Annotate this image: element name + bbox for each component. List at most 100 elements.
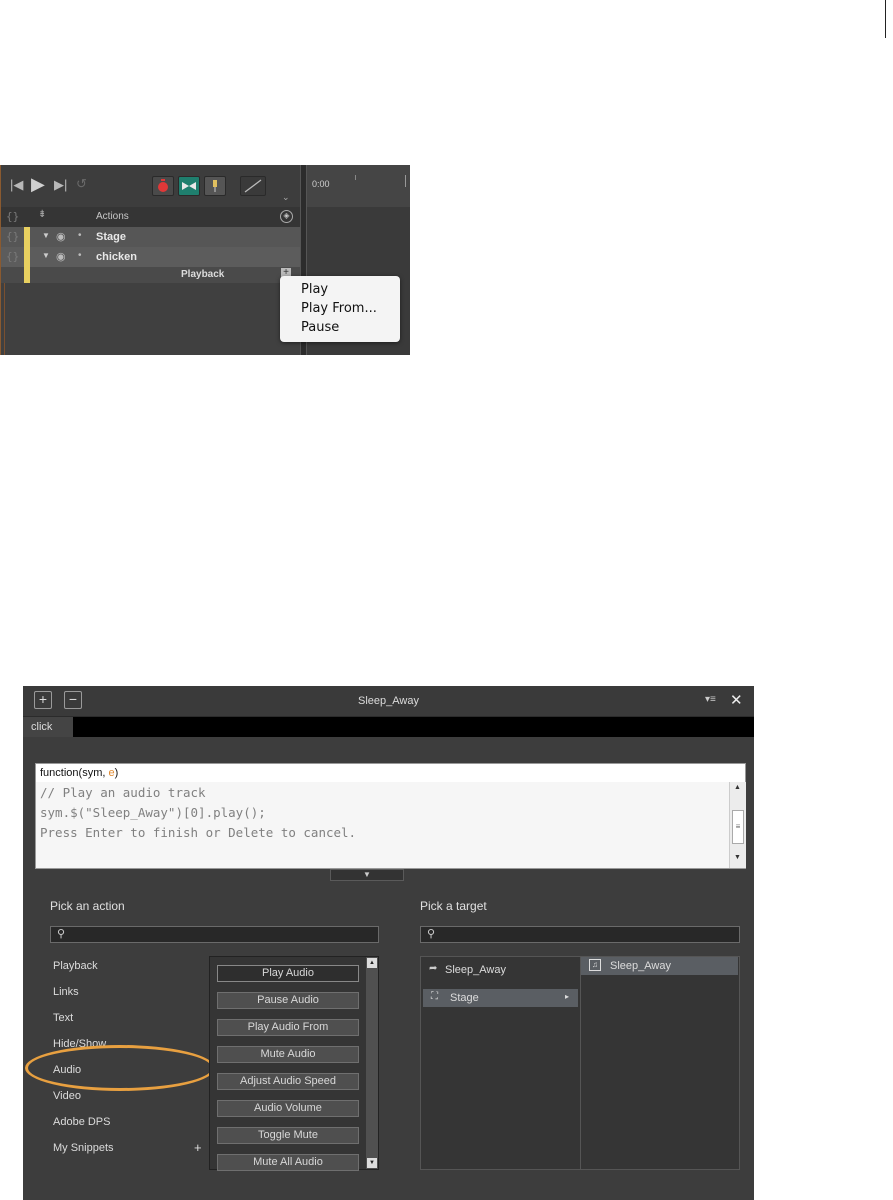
category-playback[interactable]: Playback (53, 960, 98, 972)
action-adjust-audio-speed[interactable]: Adjust Audio Speed (217, 1073, 359, 1090)
trigger-tab-bar: click (23, 717, 754, 737)
target-sleep-away[interactable]: Sleep_Away (445, 964, 506, 976)
category-adobe-dps[interactable]: Adobe DPS (53, 1116, 110, 1128)
action-audio-volume[interactable]: Audio Volume (217, 1100, 359, 1117)
trigger-context-menu: Play Play From... Pause (280, 276, 400, 342)
target-row-stage[interactable]: ⛶ Stage ▸ (423, 989, 578, 1007)
panel-inner-edge (4, 283, 5, 355)
function-signature: function(sym, e) (36, 764, 745, 782)
easing-icon (244, 179, 262, 193)
lock-dot-icon[interactable]: • (78, 230, 82, 241)
menu-item-play[interactable]: Play (301, 282, 328, 297)
easing-button[interactable] (240, 176, 266, 196)
stopwatch-icon (158, 179, 168, 192)
playback-label: Playback (181, 269, 225, 280)
stage-icon: ⛶ (431, 991, 438, 1002)
signature-prefix: function(sym, (40, 767, 109, 779)
layer-row-chicken[interactable]: {} ▼ ◉ • chicken (0, 247, 300, 267)
disclosure-triangle-icon[interactable]: ▼ (42, 251, 50, 260)
layer-color-bar (24, 227, 30, 247)
braces-icon[interactable]: {} (6, 210, 19, 223)
search-icon: ⚲ (427, 928, 436, 940)
category-video[interactable]: Video (53, 1090, 81, 1102)
chevron-right-icon: ▸ (565, 992, 570, 1001)
braces-icon[interactable]: {} (6, 230, 19, 243)
action-mute-audio[interactable]: Mute Audio (217, 1046, 359, 1063)
action-list: Play Audio Pause Audio Play Audio From M… (209, 956, 379, 1171)
layer-name: chicken (96, 251, 137, 263)
action-play-audio[interactable]: Play Audio (217, 965, 359, 982)
page-edge-mark (885, 0, 886, 38)
motion-path-button[interactable] (178, 176, 200, 196)
remove-trigger-button[interactable]: − (64, 691, 82, 709)
arrow-icon: ➦ (429, 963, 438, 974)
layer-name: Stage (96, 231, 126, 243)
action-mute-all-audio[interactable]: Mute All Audio (217, 1154, 359, 1171)
timeline-toolbar: |◀ ▶ ▶| ↺ ⌄ (0, 165, 300, 207)
timeline-panel: |◀ ▶ ▶| ↺ ⌄ 0:00 {} ⇟ Actions ◈ {} ▼ ◉ •… (0, 165, 410, 355)
scroll-up-icon[interactable]: ▲ (367, 958, 377, 968)
braces-icon[interactable]: {} (6, 250, 19, 263)
action-list-scrollbar[interactable]: ▲ ▼ (366, 957, 378, 1169)
add-action-icon[interactable]: ◈ (280, 210, 293, 223)
ruler-tick (355, 175, 356, 180)
actions-row: {} ⇟ Actions ◈ (0, 207, 300, 227)
go-to-start-icon[interactable]: |◀ (10, 177, 23, 193)
ruler-time-label: 0:00 (312, 179, 330, 189)
stopwatch-button[interactable] (152, 176, 174, 196)
editor-scrollbar[interactable]: ▲ ≡ ▼ (729, 782, 746, 868)
add-snippet-icon[interactable]: + (194, 1140, 202, 1155)
category-my-snippets[interactable]: My Snippets (53, 1142, 114, 1154)
scroll-thumb[interactable]: ≡ (732, 810, 744, 844)
pick-action-label: Pick an action (50, 899, 125, 913)
editor-resize-handle[interactable]: ▼ (330, 869, 404, 881)
audio-file-icon: ♫ (589, 959, 601, 971)
scroll-up-icon[interactable]: ▲ (734, 784, 741, 791)
layer-color-bar (24, 267, 30, 283)
code-line: Press Enter to finish or Delete to cance… (40, 825, 357, 840)
scroll-down-icon[interactable]: ▼ (367, 1158, 377, 1168)
action-toggle-mute[interactable]: Toggle Mute (217, 1127, 359, 1144)
action-search-input[interactable]: ⚲ (50, 926, 379, 943)
dialog-title: Sleep_Away (358, 695, 419, 707)
target-search-input[interactable]: ⚲ (420, 926, 740, 943)
signature-suffix: ) (114, 767, 119, 779)
add-trigger-button[interactable]: + (34, 691, 52, 709)
eye-icon[interactable]: ◉ (56, 250, 66, 263)
layer-row-stage[interactable]: {} ▼ ◉ • Stage (0, 227, 300, 247)
close-icon[interactable]: ✕ (730, 691, 743, 709)
disclosure-triangle-icon[interactable]: ▼ (42, 231, 50, 240)
target-panel: ➦ Sleep_Away ⛶ Stage ▸ ♫ Sleep_Away (420, 956, 740, 1170)
eye-icon[interactable]: ◉ (56, 230, 66, 243)
lock-dot-icon[interactable]: • (78, 250, 82, 261)
actions-dialog: + − Sleep_Away ▾≡ ✕ click function(sym, … (23, 686, 754, 1200)
loop-icon[interactable]: ↺ (76, 176, 87, 192)
ruler-tick (405, 175, 406, 187)
pin-button[interactable] (204, 176, 226, 196)
target-stage: Stage (450, 992, 479, 1004)
code-editor[interactable]: function(sym, e) // Play an audio track … (35, 763, 746, 869)
pin-icon (213, 180, 217, 192)
highlight-ring (25, 1045, 215, 1091)
collapse-all-icon[interactable]: ⇟ (38, 209, 46, 220)
pick-target-label: Pick a target (420, 899, 487, 913)
target-row-child[interactable]: ♫ Sleep_Away (581, 957, 738, 975)
menu-item-play-from[interactable]: Play From... (301, 301, 377, 316)
scroll-down-icon[interactable]: ▼ (734, 854, 741, 861)
tab-click[interactable]: click (23, 717, 73, 737)
target-child-sleep-away: Sleep_Away (610, 960, 671, 972)
panel-menu-icon[interactable]: ▾≡ (705, 694, 716, 705)
action-play-audio-from[interactable]: Play Audio From (217, 1019, 359, 1036)
category-text[interactable]: Text (53, 1012, 73, 1024)
code-line: // Play an audio track (40, 785, 206, 800)
time-ruler[interactable]: 0:00 (307, 165, 410, 207)
action-pause-audio[interactable]: Pause Audio (217, 992, 359, 1009)
chevron-down-icon[interactable]: ⌄ (282, 192, 290, 203)
dialog-titlebar: + − Sleep_Away ▾≡ ✕ (23, 686, 754, 717)
menu-item-pause[interactable]: Pause (301, 320, 339, 335)
code-line: sym.$("Sleep_Away")[0].play(); (40, 805, 266, 820)
category-links[interactable]: Links (53, 986, 79, 998)
play-icon[interactable]: ▶ (31, 174, 45, 195)
actions-header: Actions (96, 211, 129, 222)
go-to-end-icon[interactable]: ▶| (54, 177, 67, 193)
